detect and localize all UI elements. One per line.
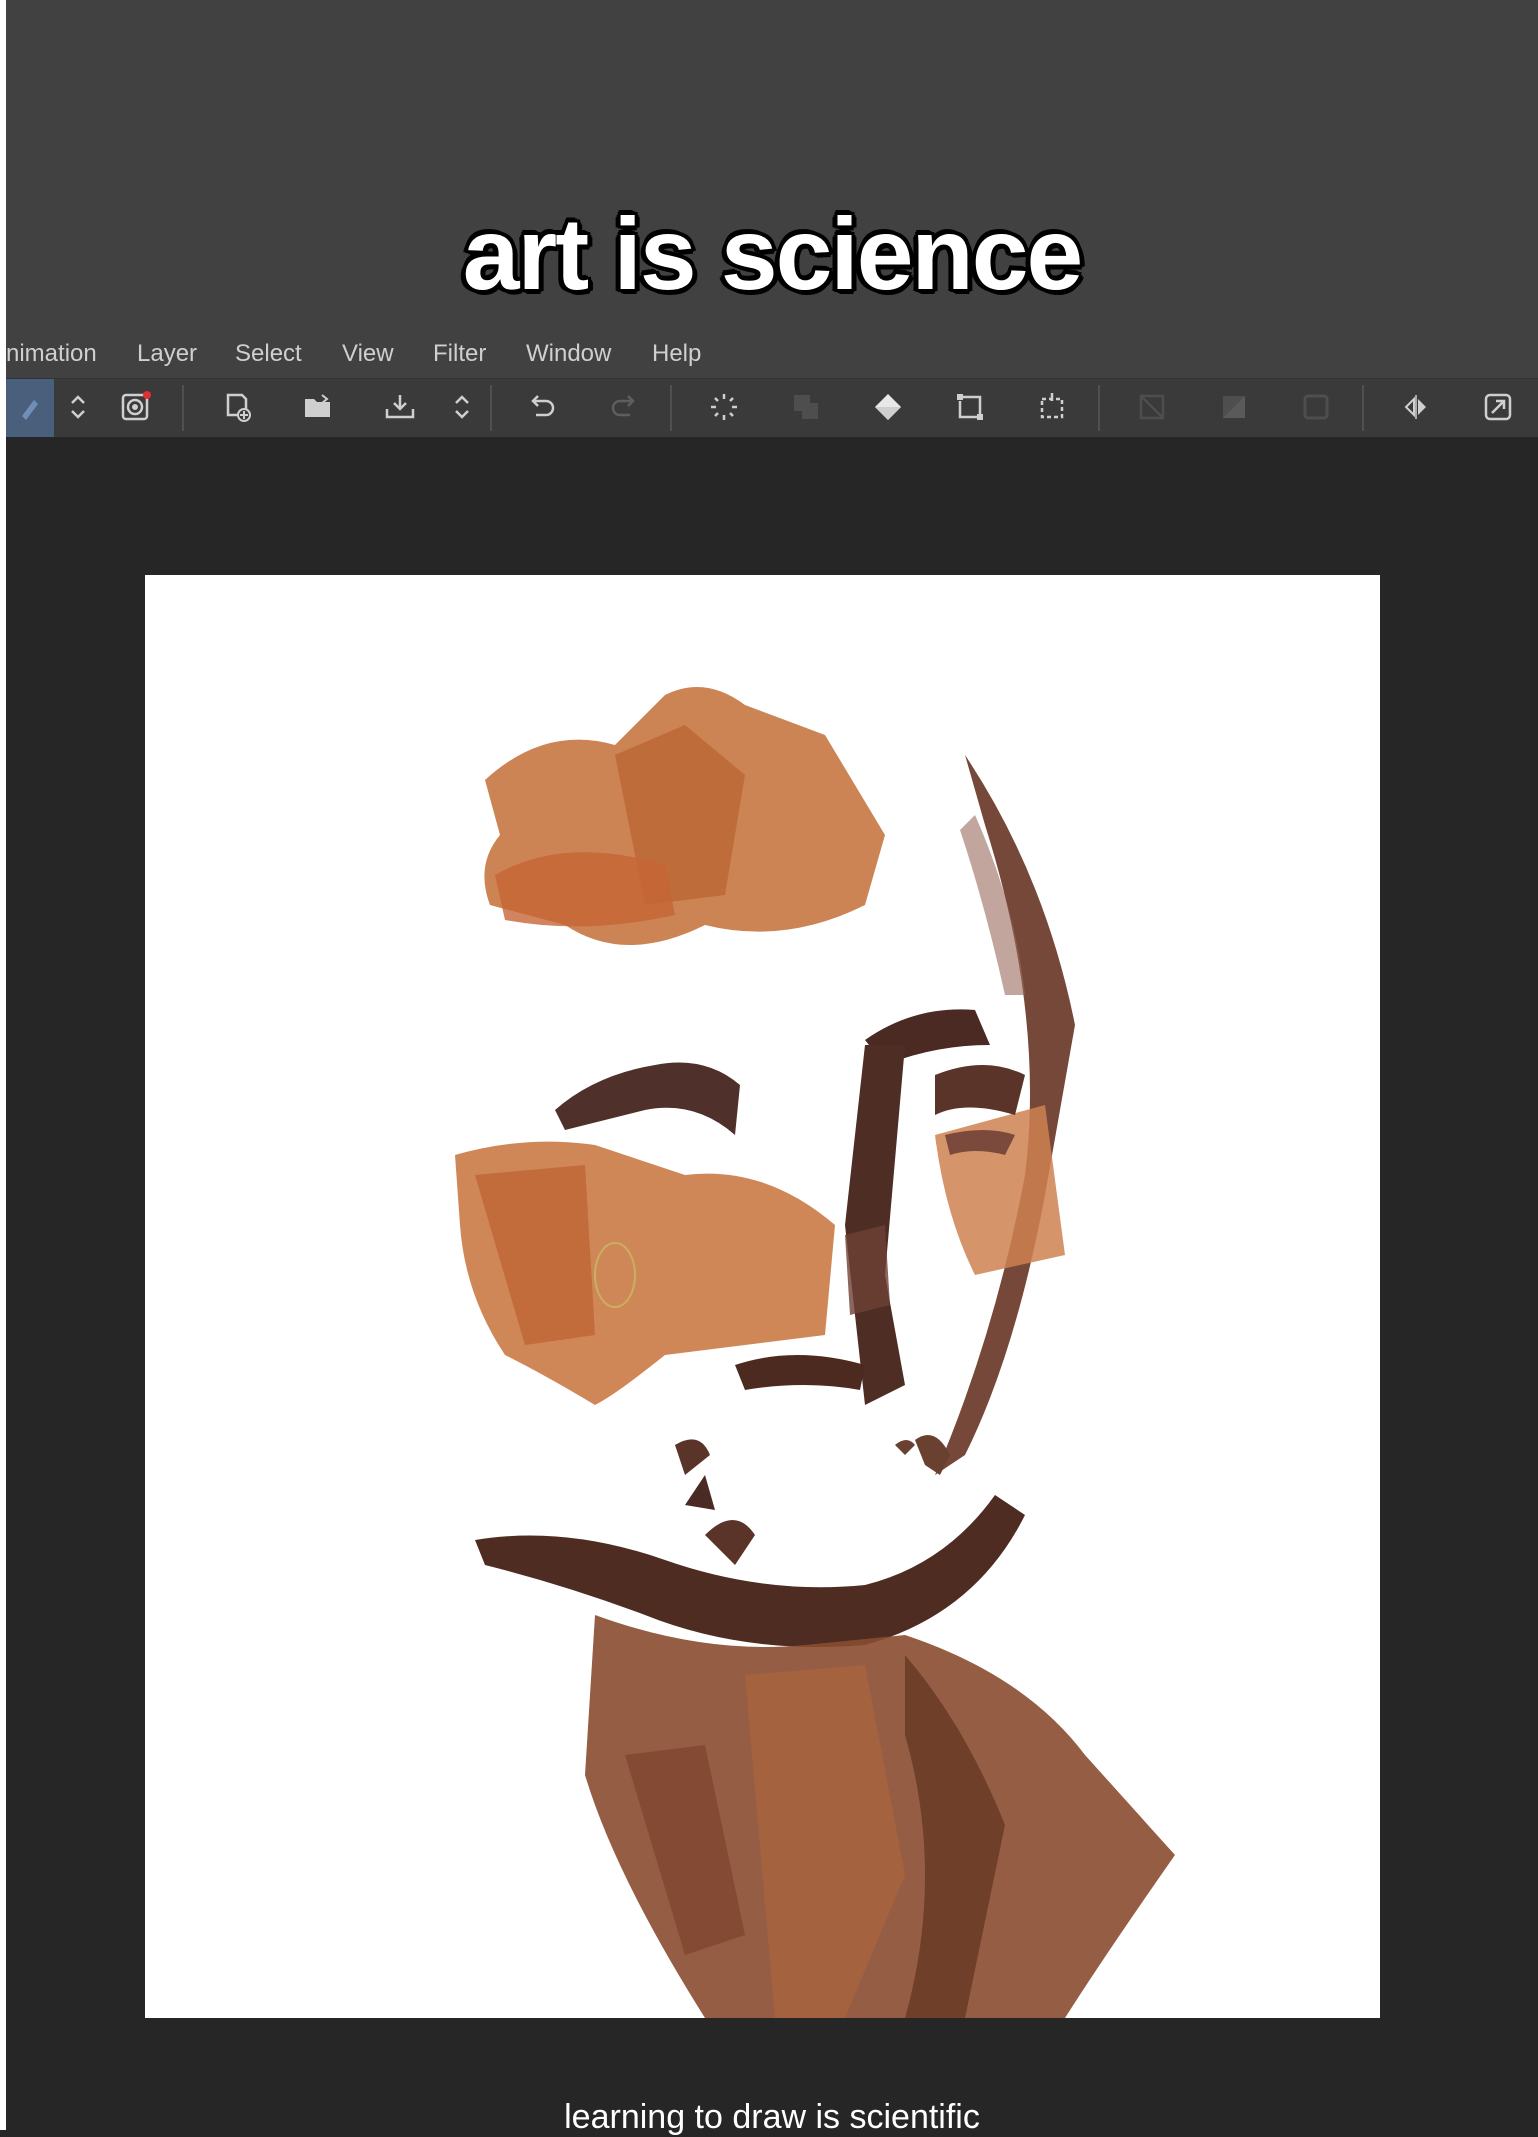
menu-animation[interactable]: nimation: [6, 340, 97, 368]
menu-layer[interactable]: Layer: [137, 340, 197, 368]
redo-icon[interactable]: [604, 387, 644, 427]
save-icon[interactable]: [380, 387, 420, 427]
transform-icon[interactable]: [950, 387, 990, 427]
layer-target-icon[interactable]: [116, 387, 156, 427]
drawing-canvas[interactable]: [145, 575, 1380, 2018]
selection-border-icon[interactable]: [1296, 387, 1336, 427]
menu-view[interactable]: View: [342, 340, 394, 368]
fill-icon[interactable]: [868, 387, 908, 427]
open-file-icon[interactable]: [298, 387, 338, 427]
menu-select[interactable]: Select: [235, 340, 302, 368]
menu-bar: nimation Layer Select View Filter Window…: [6, 332, 1538, 378]
menu-window[interactable]: Window: [526, 340, 611, 368]
menu-help[interactable]: Help: [652, 340, 701, 368]
sub-tool-switch-icon[interactable]: [58, 387, 98, 427]
crop-icon[interactable]: [1032, 387, 1072, 427]
flip-horizontal-icon[interactable]: [1396, 387, 1436, 427]
pen-tool-icon[interactable]: [6, 379, 54, 437]
clear-selection-icon[interactable]: [1132, 387, 1172, 427]
video-overlay-title: art is science: [462, 197, 1083, 311]
painting-artwork: [455, 687, 1175, 2018]
loading-spinner-icon[interactable]: [704, 387, 744, 427]
fullscreen-icon[interactable]: [1478, 387, 1518, 427]
command-bar: [6, 378, 1538, 438]
menu-filter[interactable]: Filter: [433, 340, 486, 368]
undo-icon[interactable]: [522, 387, 562, 427]
copy-merge-icon[interactable]: [786, 387, 826, 427]
video-caption: learning to draw is scientific: [564, 2098, 980, 2136]
save-options-icon[interactable]: [442, 387, 482, 427]
new-canvas-icon[interactable]: [218, 387, 258, 427]
fill-selection-icon[interactable]: [1214, 387, 1254, 427]
